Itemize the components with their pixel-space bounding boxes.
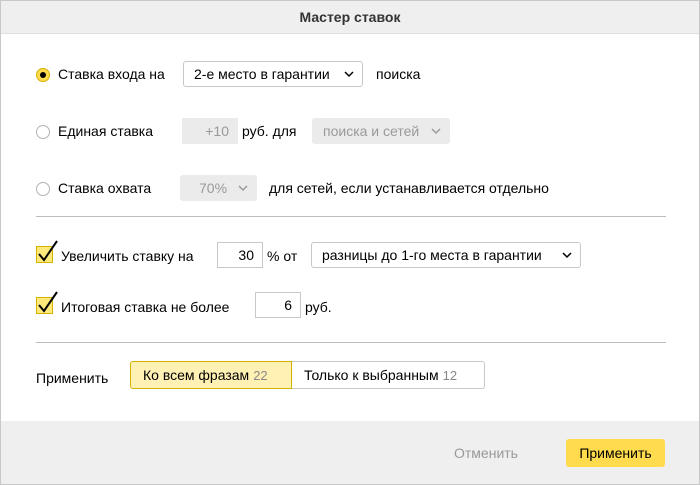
cancel-button[interactable]: Отменить [441, 439, 531, 467]
increase-input[interactable]: 30 [217, 242, 263, 268]
max-bid-label: Итоговая ставка не более [61, 299, 230, 315]
apply-all-phrases-count: 22 [253, 368, 268, 383]
increase-unit: % от [267, 248, 298, 264]
apply-to-label: Применить [36, 370, 109, 386]
coverage-bid-radio[interactable] [36, 182, 50, 196]
chevron-down-icon [562, 252, 572, 259]
max-bid-input[interactable]: 6 [255, 292, 301, 318]
entry-bid-radio[interactable] [36, 68, 50, 82]
bid-wizard-dialog: Мастер ставок Ставка входа на 2-е место … [0, 0, 700, 485]
chevron-down-icon [431, 128, 441, 135]
entry-bid-position-value: 2-е место в гарантии [194, 66, 330, 82]
increase-base-value: разницы до 1-го места в гарантии [322, 247, 542, 263]
single-bid-target-value: поиска и сетей [323, 123, 420, 139]
apply-all-phrases-button[interactable]: Ко всем фразам 22 [130, 361, 292, 389]
increase-base-select[interactable]: разницы до 1-го места в гарантии [311, 242, 581, 268]
checkmark-icon [38, 291, 58, 313]
apply-all-phrases-label: Ко всем фразам [143, 367, 250, 383]
entry-bid-label: Ставка входа на [58, 66, 165, 82]
apply-selected-phrases-count: 12 [442, 368, 458, 383]
apply-selected-phrases-label: Только к выбранным [304, 367, 439, 383]
divider [36, 342, 666, 343]
chevron-down-icon [238, 185, 248, 192]
single-bid-input[interactable]: +10 [182, 118, 238, 144]
coverage-bid-value: 70% [199, 180, 228, 196]
single-bid-radio[interactable] [36, 125, 50, 139]
coverage-bid-label: Ставка охвата [58, 180, 152, 196]
single-bid-unit: руб. для [242, 123, 297, 139]
max-bid-unit: руб. [305, 299, 332, 315]
chevron-down-icon [344, 71, 354, 78]
apply-selected-phrases-button[interactable]: Только к выбранным 12 [292, 361, 485, 389]
coverage-bid-select[interactable]: 70% [180, 175, 257, 201]
dialog-title: Мастер ставок [1, 1, 699, 34]
entry-bid-suffix: поиска [376, 66, 421, 82]
coverage-bid-suffix: для сетей, если устанавливается отдельно [269, 180, 549, 196]
entry-bid-position-select[interactable]: 2-е место в гарантии [183, 61, 363, 87]
apply-button[interactable]: Применить [566, 439, 665, 467]
max-bid-checkbox[interactable] [36, 291, 58, 314]
checkmark-icon [38, 240, 58, 262]
single-bid-label: Единая ставка [58, 123, 154, 139]
single-bid-target-select[interactable]: поиска и сетей [312, 118, 450, 144]
increase-label: Увеличить ставку на [61, 248, 194, 264]
increase-checkbox[interactable] [36, 240, 58, 263]
divider [36, 216, 666, 217]
